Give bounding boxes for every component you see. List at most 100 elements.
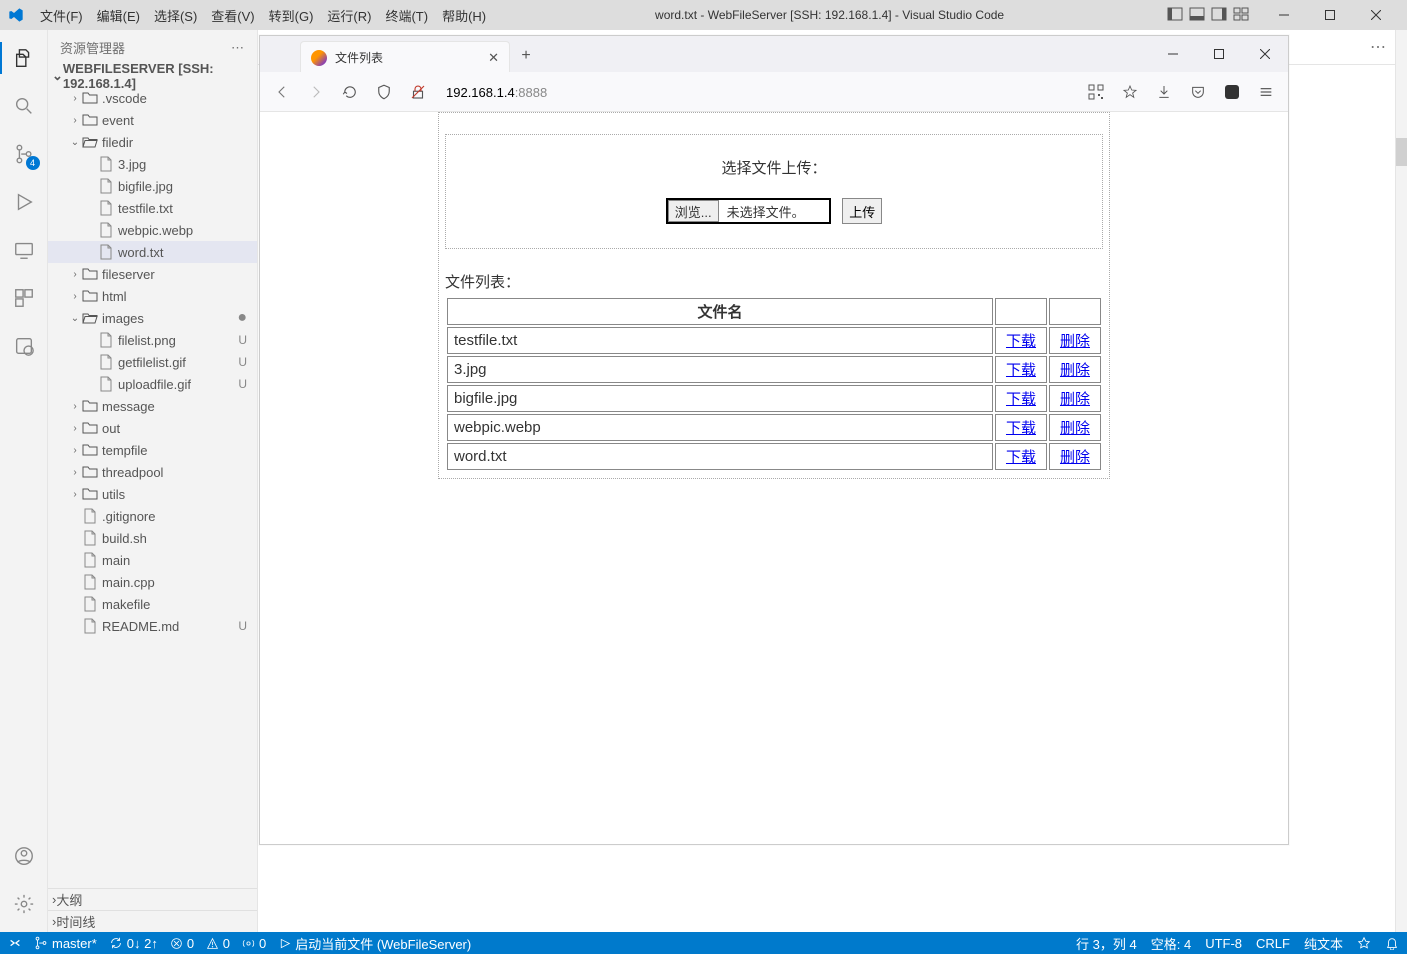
file-getfilelist.gif[interactable]: getfilelist.gifU bbox=[48, 351, 257, 373]
file-build.sh[interactable]: build.sh bbox=[48, 527, 257, 549]
download-link[interactable]: 下载 bbox=[995, 414, 1047, 441]
nav-reload-icon[interactable] bbox=[338, 80, 362, 104]
file-filelist.png[interactable]: filelist.pngU bbox=[48, 329, 257, 351]
status-bell-icon[interactable] bbox=[1385, 936, 1399, 950]
status-eol[interactable]: CRLF bbox=[1256, 936, 1290, 951]
browser-tab[interactable]: 文件列表 ✕ bbox=[300, 41, 510, 73]
file-.gitignore[interactable]: .gitignore bbox=[48, 505, 257, 527]
browser-viewport[interactable]: 选择文件上传： 浏览... 未选择文件。 上传 文件列表： 文件名 testfi… bbox=[260, 112, 1288, 844]
delete-link[interactable]: 删除 bbox=[1049, 443, 1101, 470]
file-main.cpp[interactable]: main.cpp bbox=[48, 571, 257, 593]
download-link[interactable]: 下载 bbox=[995, 443, 1047, 470]
folder-out[interactable]: ›out bbox=[48, 417, 257, 439]
qr-icon[interactable] bbox=[1084, 80, 1108, 104]
shield-icon[interactable] bbox=[372, 80, 396, 104]
layout-panel-icon[interactable] bbox=[1189, 6, 1205, 25]
account-icon[interactable] bbox=[1220, 80, 1244, 104]
status-sync[interactable]: 0↓ 2↑ bbox=[109, 936, 158, 951]
status-language[interactable]: 纯文本 bbox=[1304, 934, 1343, 953]
folder-threadpool[interactable]: ›threadpool bbox=[48, 461, 257, 483]
window-close-button[interactable] bbox=[1353, 0, 1399, 30]
activity-settings[interactable] bbox=[0, 884, 48, 924]
menu-edit[interactable]: 编辑(E) bbox=[91, 3, 146, 28]
status-launch[interactable]: 启动当前文件 (WebFileServer) bbox=[278, 934, 471, 953]
pocket-icon[interactable] bbox=[1186, 80, 1210, 104]
folder-tempfile[interactable]: ›tempfile bbox=[48, 439, 257, 461]
file-bigfile.jpg[interactable]: bigfile.jpg bbox=[48, 175, 257, 197]
nav-back-icon[interactable] bbox=[270, 80, 294, 104]
upload-submit-button[interactable]: 上传 bbox=[842, 198, 882, 224]
activity-source-control[interactable]: 4 bbox=[0, 134, 48, 174]
activity-search[interactable] bbox=[0, 86, 48, 126]
download-link[interactable]: 下载 bbox=[995, 356, 1047, 383]
folder-event[interactable]: ›event bbox=[48, 109, 257, 131]
delete-link[interactable]: 删除 bbox=[1049, 356, 1101, 383]
activity-explorer[interactable] bbox=[0, 38, 48, 78]
delete-link[interactable]: 删除 bbox=[1049, 414, 1101, 441]
status-feedback-icon[interactable] bbox=[1357, 936, 1371, 950]
folder-message[interactable]: ›message bbox=[48, 395, 257, 417]
menu-file[interactable]: 文件(F) bbox=[34, 3, 89, 28]
menu-terminal[interactable]: 终端(T) bbox=[379, 3, 434, 28]
app-menu-icon[interactable] bbox=[1254, 80, 1278, 104]
status-remote[interactable] bbox=[8, 936, 22, 950]
explorer-root[interactable]: ⌄ WEBFILESERVER [SSH: 192.168.1.4] bbox=[48, 65, 257, 87]
layout-customize-icon[interactable] bbox=[1233, 6, 1249, 25]
outline-section[interactable]: ›大纲 bbox=[48, 888, 257, 910]
status-problems[interactable]: 0 0 bbox=[170, 936, 230, 951]
folder-images[interactable]: ⌄images● bbox=[48, 307, 257, 329]
folder-fileserver[interactable]: ›fileserver bbox=[48, 263, 257, 285]
activity-accounts[interactable] bbox=[0, 836, 48, 876]
status-spaces[interactable]: 空格: 4 bbox=[1151, 934, 1191, 953]
browser-close-button[interactable] bbox=[1242, 36, 1288, 72]
nav-forward-icon[interactable] bbox=[304, 80, 328, 104]
layout-primary-sidebar-icon[interactable] bbox=[1167, 6, 1183, 25]
delete-link[interactable]: 删除 bbox=[1049, 327, 1101, 354]
url-bar[interactable]: 192.168.1.4:8888 bbox=[440, 84, 1074, 100]
bookmark-star-icon[interactable] bbox=[1118, 80, 1142, 104]
status-ports[interactable]: 0 bbox=[242, 936, 266, 951]
editor-more-icon[interactable]: ⋯ bbox=[1370, 37, 1387, 57]
browse-button[interactable]: 浏览... bbox=[668, 200, 719, 222]
folder-html[interactable]: ›html bbox=[48, 285, 257, 307]
download-link[interactable]: 下载 bbox=[995, 385, 1047, 412]
menu-run[interactable]: 运行(R) bbox=[321, 3, 377, 28]
file-testfile.txt[interactable]: testfile.txt bbox=[48, 197, 257, 219]
status-lncol[interactable]: 行 3，列 4 bbox=[1076, 934, 1137, 953]
error-icon bbox=[170, 937, 183, 950]
menu-help[interactable]: 帮助(H) bbox=[436, 3, 492, 28]
file-word.txt[interactable]: word.txt bbox=[48, 241, 257, 263]
file-main[interactable]: main bbox=[48, 549, 257, 571]
sidebar-more-icon[interactable]: ⋯ bbox=[231, 40, 245, 56]
file-README.md[interactable]: README.mdU bbox=[48, 615, 257, 637]
download-link[interactable]: 下载 bbox=[995, 327, 1047, 354]
browser-minimize-button[interactable] bbox=[1150, 36, 1196, 72]
activity-remote-explorer[interactable] bbox=[0, 230, 48, 270]
download-icon[interactable] bbox=[1152, 80, 1176, 104]
file-webpic.webp[interactable]: webpic.webp bbox=[48, 219, 257, 241]
folder-utils[interactable]: ›utils bbox=[48, 483, 257, 505]
activity-extensions[interactable] bbox=[0, 278, 48, 318]
timeline-section[interactable]: ›时间线 bbox=[48, 910, 257, 932]
activity-run-debug[interactable] bbox=[0, 182, 48, 222]
browser-maximize-button[interactable] bbox=[1196, 36, 1242, 72]
window-minimize-button[interactable] bbox=[1261, 0, 1307, 30]
window-maximize-button[interactable] bbox=[1307, 0, 1353, 30]
new-tab-button[interactable]: + bbox=[510, 40, 542, 72]
file-uploadfile.gif[interactable]: uploadfile.gifU bbox=[48, 373, 257, 395]
activity-extra[interactable] bbox=[0, 326, 48, 366]
file-makefile[interactable]: makefile bbox=[48, 593, 257, 615]
file-3.jpg[interactable]: 3.jpg bbox=[48, 153, 257, 175]
layout-secondary-sidebar-icon[interactable] bbox=[1211, 6, 1227, 25]
status-branch[interactable]: master* bbox=[34, 936, 97, 951]
lock-icon[interactable] bbox=[406, 80, 430, 104]
menu-go[interactable]: 转到(G) bbox=[263, 3, 320, 28]
tab-close-icon[interactable]: ✕ bbox=[488, 50, 499, 66]
menu-selection[interactable]: 选择(S) bbox=[148, 3, 203, 28]
delete-link[interactable]: 删除 bbox=[1049, 385, 1101, 412]
menu-view[interactable]: 查看(V) bbox=[205, 3, 260, 28]
status-encoding[interactable]: UTF-8 bbox=[1205, 936, 1242, 951]
file-chooser[interactable]: 浏览... 未选择文件。 bbox=[666, 198, 831, 224]
folder-filedir[interactable]: ⌄filedir bbox=[48, 131, 257, 153]
folder-.vscode[interactable]: ›.vscode bbox=[48, 87, 257, 109]
